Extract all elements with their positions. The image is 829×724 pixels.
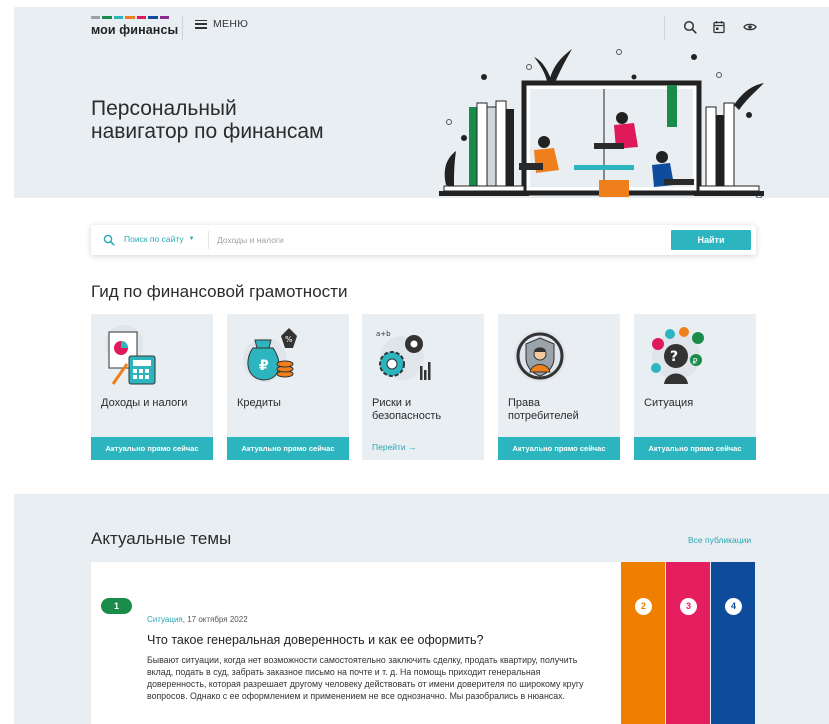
- topic-tab-2[interactable]: 2: [621, 562, 665, 724]
- hero-illustration: [439, 49, 764, 198]
- gears-icon: a+b: [376, 330, 431, 380]
- search-divider: [208, 231, 209, 249]
- guide-card-income-taxes[interactable]: Доходы и налоги Актуально прямо сейчас: [91, 314, 213, 460]
- topic-tab-number: 3: [680, 598, 697, 615]
- logo-text: мои финансы: [91, 23, 179, 37]
- search-field-icon: [103, 234, 115, 246]
- guide-title: Гид по финансовой грамотности: [91, 282, 348, 301]
- search-scope-label: Поиск по сайту: [124, 234, 184, 244]
- search-icon[interactable]: [683, 20, 697, 34]
- guide-card-action[interactable]: Актуально прямо сейчас: [91, 437, 213, 460]
- topic-tab-number: 2: [635, 598, 652, 615]
- topic-tab-4[interactable]: 4: [711, 562, 755, 724]
- guide-cards: Доходы и налоги Актуально прямо сейчас ₽…: [91, 314, 756, 460]
- search-input[interactable]: [217, 230, 662, 250]
- guide-card-label: Риски и безопасность: [372, 397, 442, 422]
- topic-title[interactable]: Что такое генеральная доверенность и как…: [147, 633, 483, 647]
- svg-text:₽: ₽: [259, 358, 269, 374]
- menu-label: МЕНЮ: [213, 18, 249, 30]
- menu-button[interactable]: МЕНЮ: [195, 18, 248, 30]
- site-logo[interactable]: мои финансы: [91, 16, 178, 37]
- topic-date: , 17 октября 2022: [182, 615, 248, 624]
- guide-card-label: Доходы и налоги: [101, 397, 188, 409]
- guide-card-action[interactable]: Актуально прямо сейчас: [227, 437, 349, 460]
- guide-card-label: Ситуация: [644, 397, 694, 409]
- go-link-label: Перейти: [372, 442, 406, 452]
- guide-card-label: Кредиты: [237, 397, 281, 409]
- logo-color-bars: [91, 16, 169, 19]
- income-tax-icon: [105, 325, 156, 385]
- guide-card-action[interactable]: Актуально прямо сейчас: [498, 437, 620, 460]
- hero-title-line2: навигатор по финансам: [91, 120, 324, 143]
- guide-card-consumer-rights[interactable]: Права потребителей Актуально прямо сейча…: [498, 314, 620, 460]
- svg-text:a+b: a+b: [376, 330, 391, 338]
- topic-tab-3[interactable]: 3: [666, 562, 710, 724]
- topic-category[interactable]: Ситуация: [147, 615, 183, 624]
- question-person-icon: ₽ ?: [651, 327, 704, 384]
- topic-meta: Ситуация, 17 октября 2022: [147, 615, 248, 624]
- hamburger-icon: [195, 19, 207, 29]
- svg-text:₽: ₽: [693, 357, 698, 366]
- guide-card-label: Права потребителей: [508, 397, 579, 422]
- caret-down-icon: ▼: [188, 236, 195, 242]
- topic-tab-number: 4: [725, 598, 742, 615]
- shield-person-icon: [514, 330, 566, 382]
- search-button[interactable]: Найти: [671, 230, 751, 250]
- hero-section: мои финансы МЕНЮ Персональный навигатор …: [14, 7, 829, 198]
- arrow-right-icon: →: [408, 442, 417, 452]
- money-bag-icon: ₽ %: [243, 328, 297, 382]
- search-scope-dropdown[interactable]: Поиск по сайту ▼: [124, 234, 195, 244]
- topics-section: Актуальные темы Все публикации 1 Ситуаци…: [14, 494, 829, 724]
- hero-title: Персональный навигатор по финансам: [91, 97, 324, 143]
- topics-title: Актуальные темы: [91, 529, 232, 548]
- calendar-icon[interactable]: [712, 20, 726, 34]
- featured-topic-card[interactable]: 1 Ситуация, 17 октября 2022 Что такое ге…: [91, 562, 621, 724]
- header-divider-right: [664, 16, 665, 40]
- topic-number-badge: 1: [101, 598, 132, 614]
- eye-icon[interactable]: [743, 20, 757, 34]
- guide-card-action[interactable]: Актуально прямо сейчас: [634, 437, 756, 460]
- all-publications-link[interactable]: Все публикации: [688, 535, 751, 545]
- hero-title-line1: Персональный: [91, 97, 237, 120]
- header-divider: [182, 16, 183, 40]
- svg-text:%: %: [285, 335, 293, 344]
- guide-card-risks-security[interactable]: a+b Риски и безопасность Перейти →: [362, 314, 484, 460]
- topic-excerpt: Бывают ситуации, когда нет возможности с…: [147, 655, 584, 701]
- svg-text:?: ?: [670, 349, 678, 365]
- guide-card-situation[interactable]: ₽ ? Ситуация Актуально прямо сейчас: [634, 314, 756, 460]
- guide-card-go-link[interactable]: Перейти →: [372, 442, 417, 452]
- guide-card-credits[interactable]: ₽ % Кредиты Актуально прямо сейчас: [227, 314, 349, 460]
- site-search: Поиск по сайту ▼ Найти: [91, 225, 756, 255]
